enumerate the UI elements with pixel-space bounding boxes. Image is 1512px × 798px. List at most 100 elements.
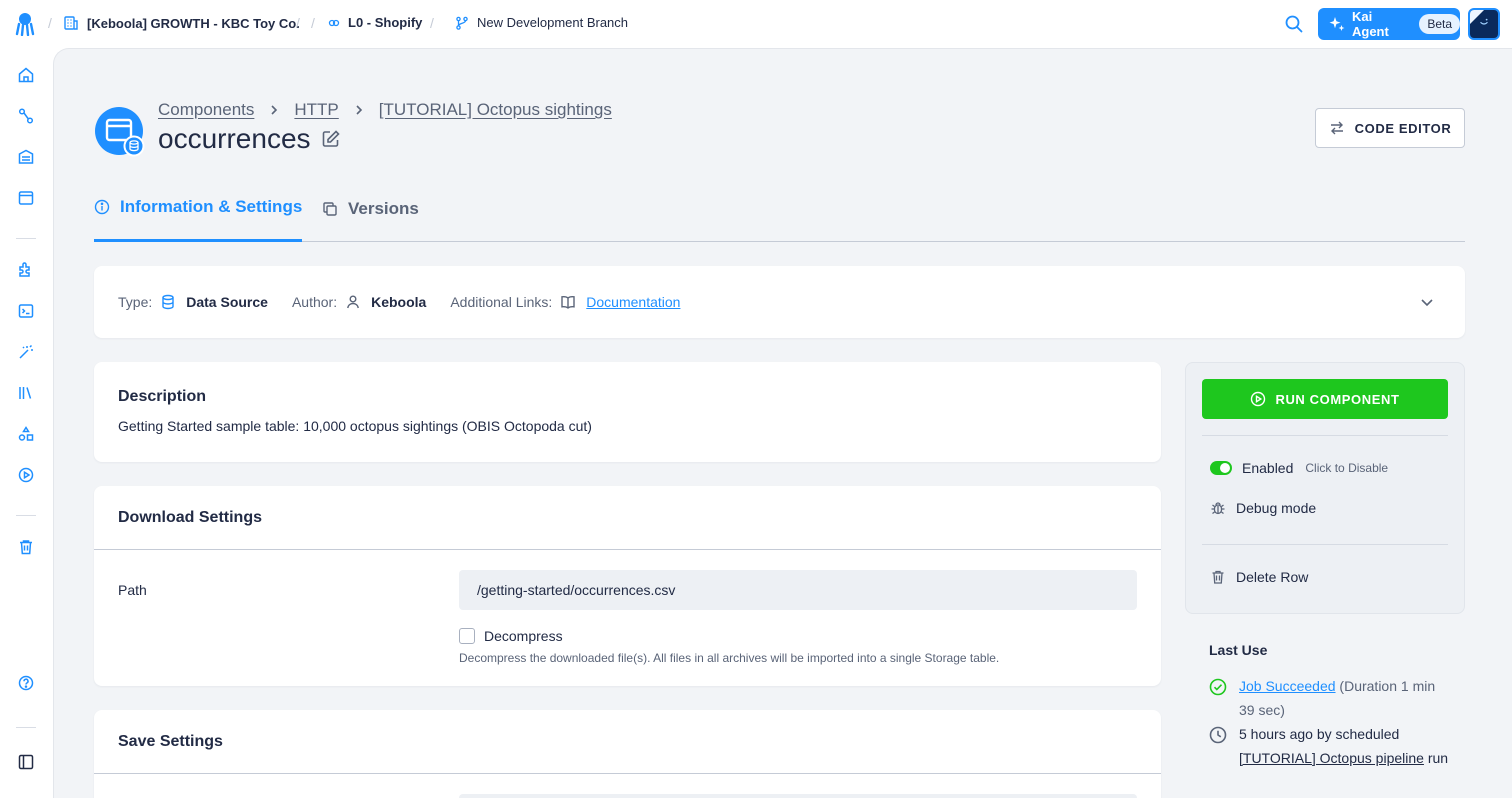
main-content: Components HTTP [TUTORIAL] Octopus sight… (53, 48, 1512, 798)
storage-icon[interactable] (17, 148, 35, 166)
run-component-label: RUN COMPONENT (1275, 391, 1400, 407)
transformations-icon[interactable] (17, 302, 35, 320)
page-title-text: occurrences (158, 123, 311, 154)
user-icon (345, 294, 361, 310)
save-settings-card: Save Settings (94, 710, 1161, 798)
enabled-toggle[interactable] (1210, 461, 1232, 475)
documentation-link[interactable]: Documentation (586, 294, 680, 310)
page-title: occurrences (158, 123, 341, 155)
copy-icon (322, 201, 338, 217)
enabled-toggle-row[interactable]: Enabled Click to Disable (1210, 460, 1388, 476)
save-settings-input[interactable] (459, 794, 1137, 798)
sparkles-icon (1328, 15, 1346, 33)
shapes-icon[interactable] (17, 425, 35, 443)
delete-row-button[interactable]: Delete Row (1210, 569, 1308, 585)
debug-mode-row[interactable]: Debug mode (1210, 500, 1316, 516)
bug-icon (1210, 500, 1226, 516)
info-icon (94, 199, 110, 215)
breadcrumb: Components HTTP [TUTORIAL] Octopus sight… (158, 100, 612, 120)
top-bar: / [Keboola] GROWTH - KBC Toy Co. / / L0 … (0, 0, 1512, 48)
keboola-logo-icon[interactable] (14, 12, 36, 36)
sidebar-toggle-icon[interactable] (17, 753, 35, 771)
home-icon[interactable] (17, 66, 35, 84)
enabled-hint: Click to Disable (1305, 461, 1389, 475)
library-icon[interactable] (17, 384, 35, 402)
download-settings-heading: Download Settings (118, 509, 262, 526)
clock-icon (1209, 726, 1227, 744)
branch-crumb[interactable]: New Development Branch (455, 15, 628, 30)
save-settings-heading: Save Settings (118, 733, 223, 750)
breadcrumb-separator: / (430, 15, 434, 31)
decompress-help-text: Decompress the downloaded file(s). All f… (459, 651, 1000, 665)
git-branch-icon (455, 16, 469, 30)
flows-icon[interactable] (17, 107, 35, 125)
download-settings-card: Download Settings Path /getting-started/… (94, 486, 1161, 686)
component-info-card: Type: Data Source Author: Keboola Additi… (94, 266, 1465, 338)
breadcrumb-config[interactable]: [TUTORIAL] Octopus sightings (379, 100, 612, 120)
code-editor-button[interactable]: CODE EDITOR (1315, 108, 1465, 148)
search-icon[interactable] (1284, 14, 1304, 34)
last-job-status: Job Succeeded (Duration 1 min 39 sec) (1209, 674, 1449, 722)
author-value: Keboola (371, 294, 427, 310)
tab-label: Versions (348, 198, 419, 218)
avatar[interactable] (1468, 8, 1500, 40)
workspace-icon[interactable] (17, 189, 35, 207)
path-input[interactable]: /getting-started/occurrences.csv (459, 570, 1137, 610)
tab-information-settings[interactable]: Information & Settings (94, 197, 303, 242)
trash-icon[interactable] (17, 538, 35, 556)
run-component-button[interactable]: RUN COMPONENT (1202, 379, 1448, 419)
magic-wand-icon[interactable] (17, 343, 35, 361)
breadcrumb-separator: / (296, 15, 300, 31)
code-editor-label: CODE EDITOR (1354, 120, 1452, 136)
nav-divider (16, 238, 36, 239)
nav-divider (16, 727, 36, 728)
panel-divider (1202, 544, 1448, 545)
jobs-icon[interactable] (17, 466, 35, 484)
links-label: Additional Links: (450, 294, 553, 310)
breadcrumb-components[interactable]: Components (158, 100, 254, 120)
decompress-checkbox-row[interactable]: Decompress (459, 628, 563, 644)
arrows-swap-icon (1329, 120, 1345, 136)
breadcrumb-http[interactable]: HTTP (294, 100, 338, 120)
type-value: Data Source (186, 294, 268, 310)
path-label: Path (118, 582, 147, 598)
kai-agent-label: Kai Agent (1352, 9, 1389, 39)
author-label: Author: (291, 294, 338, 310)
decompress-label: Decompress (484, 628, 563, 644)
decompress-checkbox[interactable] (459, 628, 475, 644)
description-heading: Description (118, 388, 207, 405)
components-icon[interactable] (17, 261, 35, 279)
project-name: [Keboola] GROWTH - KBC Toy Co. (87, 15, 300, 31)
save-settings-header: Save Settings (94, 710, 1161, 774)
edit-icon[interactable] (321, 129, 341, 149)
author-group: Author: Keboola (292, 294, 426, 310)
breadcrumb-separator: / (311, 15, 315, 31)
last-job-time: 5 hours ago by scheduled [TUTORIAL] Octo… (1209, 722, 1449, 770)
enabled-label: Enabled (1242, 460, 1294, 476)
actions-panel: RUN COMPONENT Enabled Click to Disable D… (1185, 362, 1465, 614)
project-crumb[interactable]: [Keboola] GROWTH - KBC Toy Co. (63, 15, 300, 31)
time-text: 5 hours ago by scheduled (1239, 726, 1400, 742)
help-icon[interactable] (17, 674, 35, 692)
sub-project-crumb[interactable]: L0 - Shopify (328, 15, 422, 30)
job-succeeded-link[interactable]: Job Succeeded (1239, 678, 1336, 694)
tab-label: Information & Settings (120, 197, 303, 216)
chevron-right-icon (339, 104, 379, 116)
tabs: Information & Settings Versions (94, 185, 1465, 242)
delete-row-label: Delete Row (1236, 569, 1309, 585)
panel-divider (1202, 435, 1448, 436)
description-card: Description Getting Started sample table… (94, 362, 1161, 462)
chevron-down-icon[interactable] (1419, 294, 1435, 310)
run-text: run (1427, 750, 1449, 766)
kai-agent-button[interactable]: Kai Agent Beta (1318, 8, 1460, 40)
pipeline-link[interactable]: [TUTORIAL] Octopus pipeline (1239, 750, 1424, 766)
type-group: Type: Data Source (118, 294, 268, 310)
trash-icon (1210, 569, 1226, 585)
breadcrumb-separator: / (48, 15, 52, 31)
database-icon (160, 294, 176, 310)
last-use-section: Last Use Job Succeeded (Duration 1 min 3… (1209, 642, 1449, 770)
tab-versions[interactable]: Versions (322, 197, 419, 242)
building-icon (63, 15, 79, 31)
branch-name: New Development Branch (477, 15, 629, 30)
description-text[interactable]: Getting Started sample table: 10,000 oct… (118, 418, 1137, 434)
